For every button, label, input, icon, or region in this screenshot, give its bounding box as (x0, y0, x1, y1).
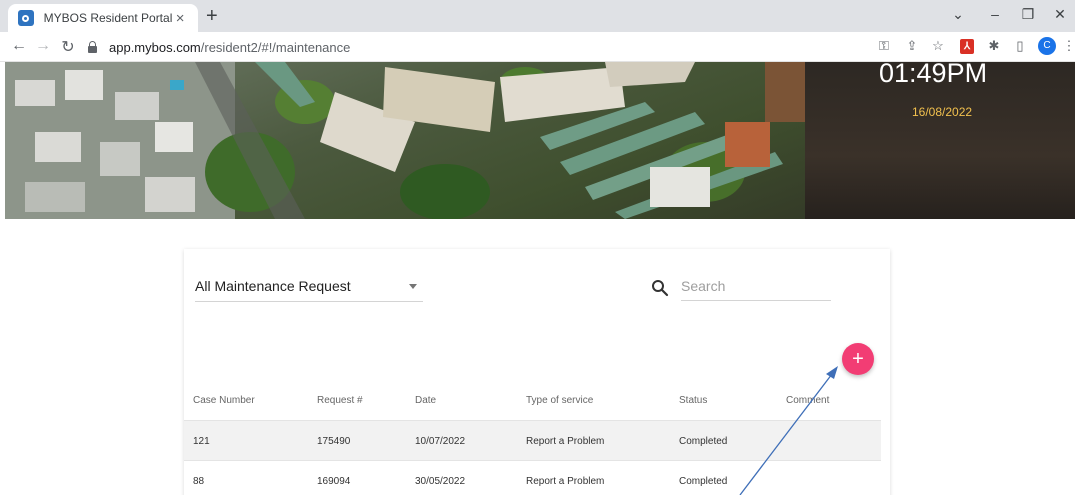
add-request-button[interactable]: + (842, 343, 874, 375)
tab-search-chevron-icon[interactable]: ⌄ (948, 6, 968, 23)
star-icon[interactable]: ☆ (929, 38, 947, 54)
restore-icon[interactable]: ❐ (1018, 6, 1038, 23)
hero-date: 16/08/2022 (912, 105, 973, 119)
table-row[interactable]: 88 169094 30/05/2022 Report a Problem Co… (184, 460, 881, 495)
request-number-cell: 169094 (317, 476, 351, 487)
share-icon[interactable]: ⇪ (903, 38, 921, 54)
date-cell: 30/05/2022 (415, 476, 466, 487)
back-icon[interactable]: ← (10, 37, 28, 55)
hero-aerial-image (5, 62, 805, 219)
dropdown-arrow-icon (409, 284, 417, 289)
reload-icon[interactable]: ↻ (59, 37, 77, 57)
key-icon[interactable]: ⚿ (875, 38, 893, 54)
avatar[interactable]: C (1038, 37, 1056, 55)
sidepanel-icon[interactable]: ▯ (1011, 38, 1029, 54)
pdf-extension-icon[interactable]: ⅄ (960, 39, 974, 54)
url-text: app.mybos.com/resident2/#!/maintenance (109, 39, 351, 55)
lock-icon (88, 40, 97, 53)
browser-tab-bar: MYBOS Resident Portal × + ⌄ – ❐ ✕ (0, 0, 1075, 32)
forward-icon[interactable]: → (34, 37, 52, 55)
browser-tab[interactable]: MYBOS Resident Portal × (8, 4, 198, 32)
header-case-number[interactable]: Case Number (193, 395, 255, 406)
status-cell: Completed (679, 476, 728, 487)
search-icon[interactable] (651, 279, 669, 297)
close-window-icon[interactable]: ✕ (1050, 6, 1070, 23)
maintenance-card: All Maintenance Request + Case Number Re… (184, 249, 890, 495)
table-row[interactable]: 121 175490 10/07/2022 Report a Problem C… (184, 420, 881, 460)
hero-time: 01:49PM (879, 58, 988, 88)
status-cell: Completed (679, 436, 728, 447)
new-tab-button[interactable]: + (206, 5, 218, 28)
menu-icon[interactable]: ⋮ (1060, 38, 1075, 54)
header-request-number[interactable]: Request # (317, 395, 363, 406)
tab-title: MYBOS Resident Portal (43, 11, 173, 25)
address-bar[interactable]: app.mybos.com/resident2/#!/maintenance (88, 35, 858, 59)
type-of-service-cell: Report a Problem (526, 476, 605, 487)
search-field[interactable] (681, 277, 831, 301)
header-comment[interactable]: Comment (786, 395, 829, 406)
request-number-cell: 175490 (317, 436, 351, 447)
date-cell: 10/07/2022 (415, 436, 466, 447)
header-date[interactable]: Date (415, 395, 436, 406)
header-status[interactable]: Status (679, 395, 707, 406)
search-input[interactable] (681, 277, 831, 294)
filter-selected-value: All Maintenance Request (195, 278, 351, 294)
maintenance-table: Case Number Request # Date Type of servi… (184, 380, 881, 495)
request-filter-select[interactable]: All Maintenance Request (195, 278, 423, 302)
tab-close-icon[interactable]: × (172, 10, 188, 27)
minimize-icon[interactable]: – (985, 6, 1005, 22)
extensions-icon[interactable]: ✱ (985, 38, 1003, 54)
case-number-cell: 121 (193, 436, 210, 447)
header-type-of-service[interactable]: Type of service (526, 395, 593, 406)
case-number-cell: 88 (193, 476, 205, 487)
type-of-service-cell: Report a Problem (526, 436, 605, 447)
table-header-row: Case Number Request # Date Type of servi… (184, 380, 881, 420)
mybos-favicon-icon (18, 10, 34, 26)
